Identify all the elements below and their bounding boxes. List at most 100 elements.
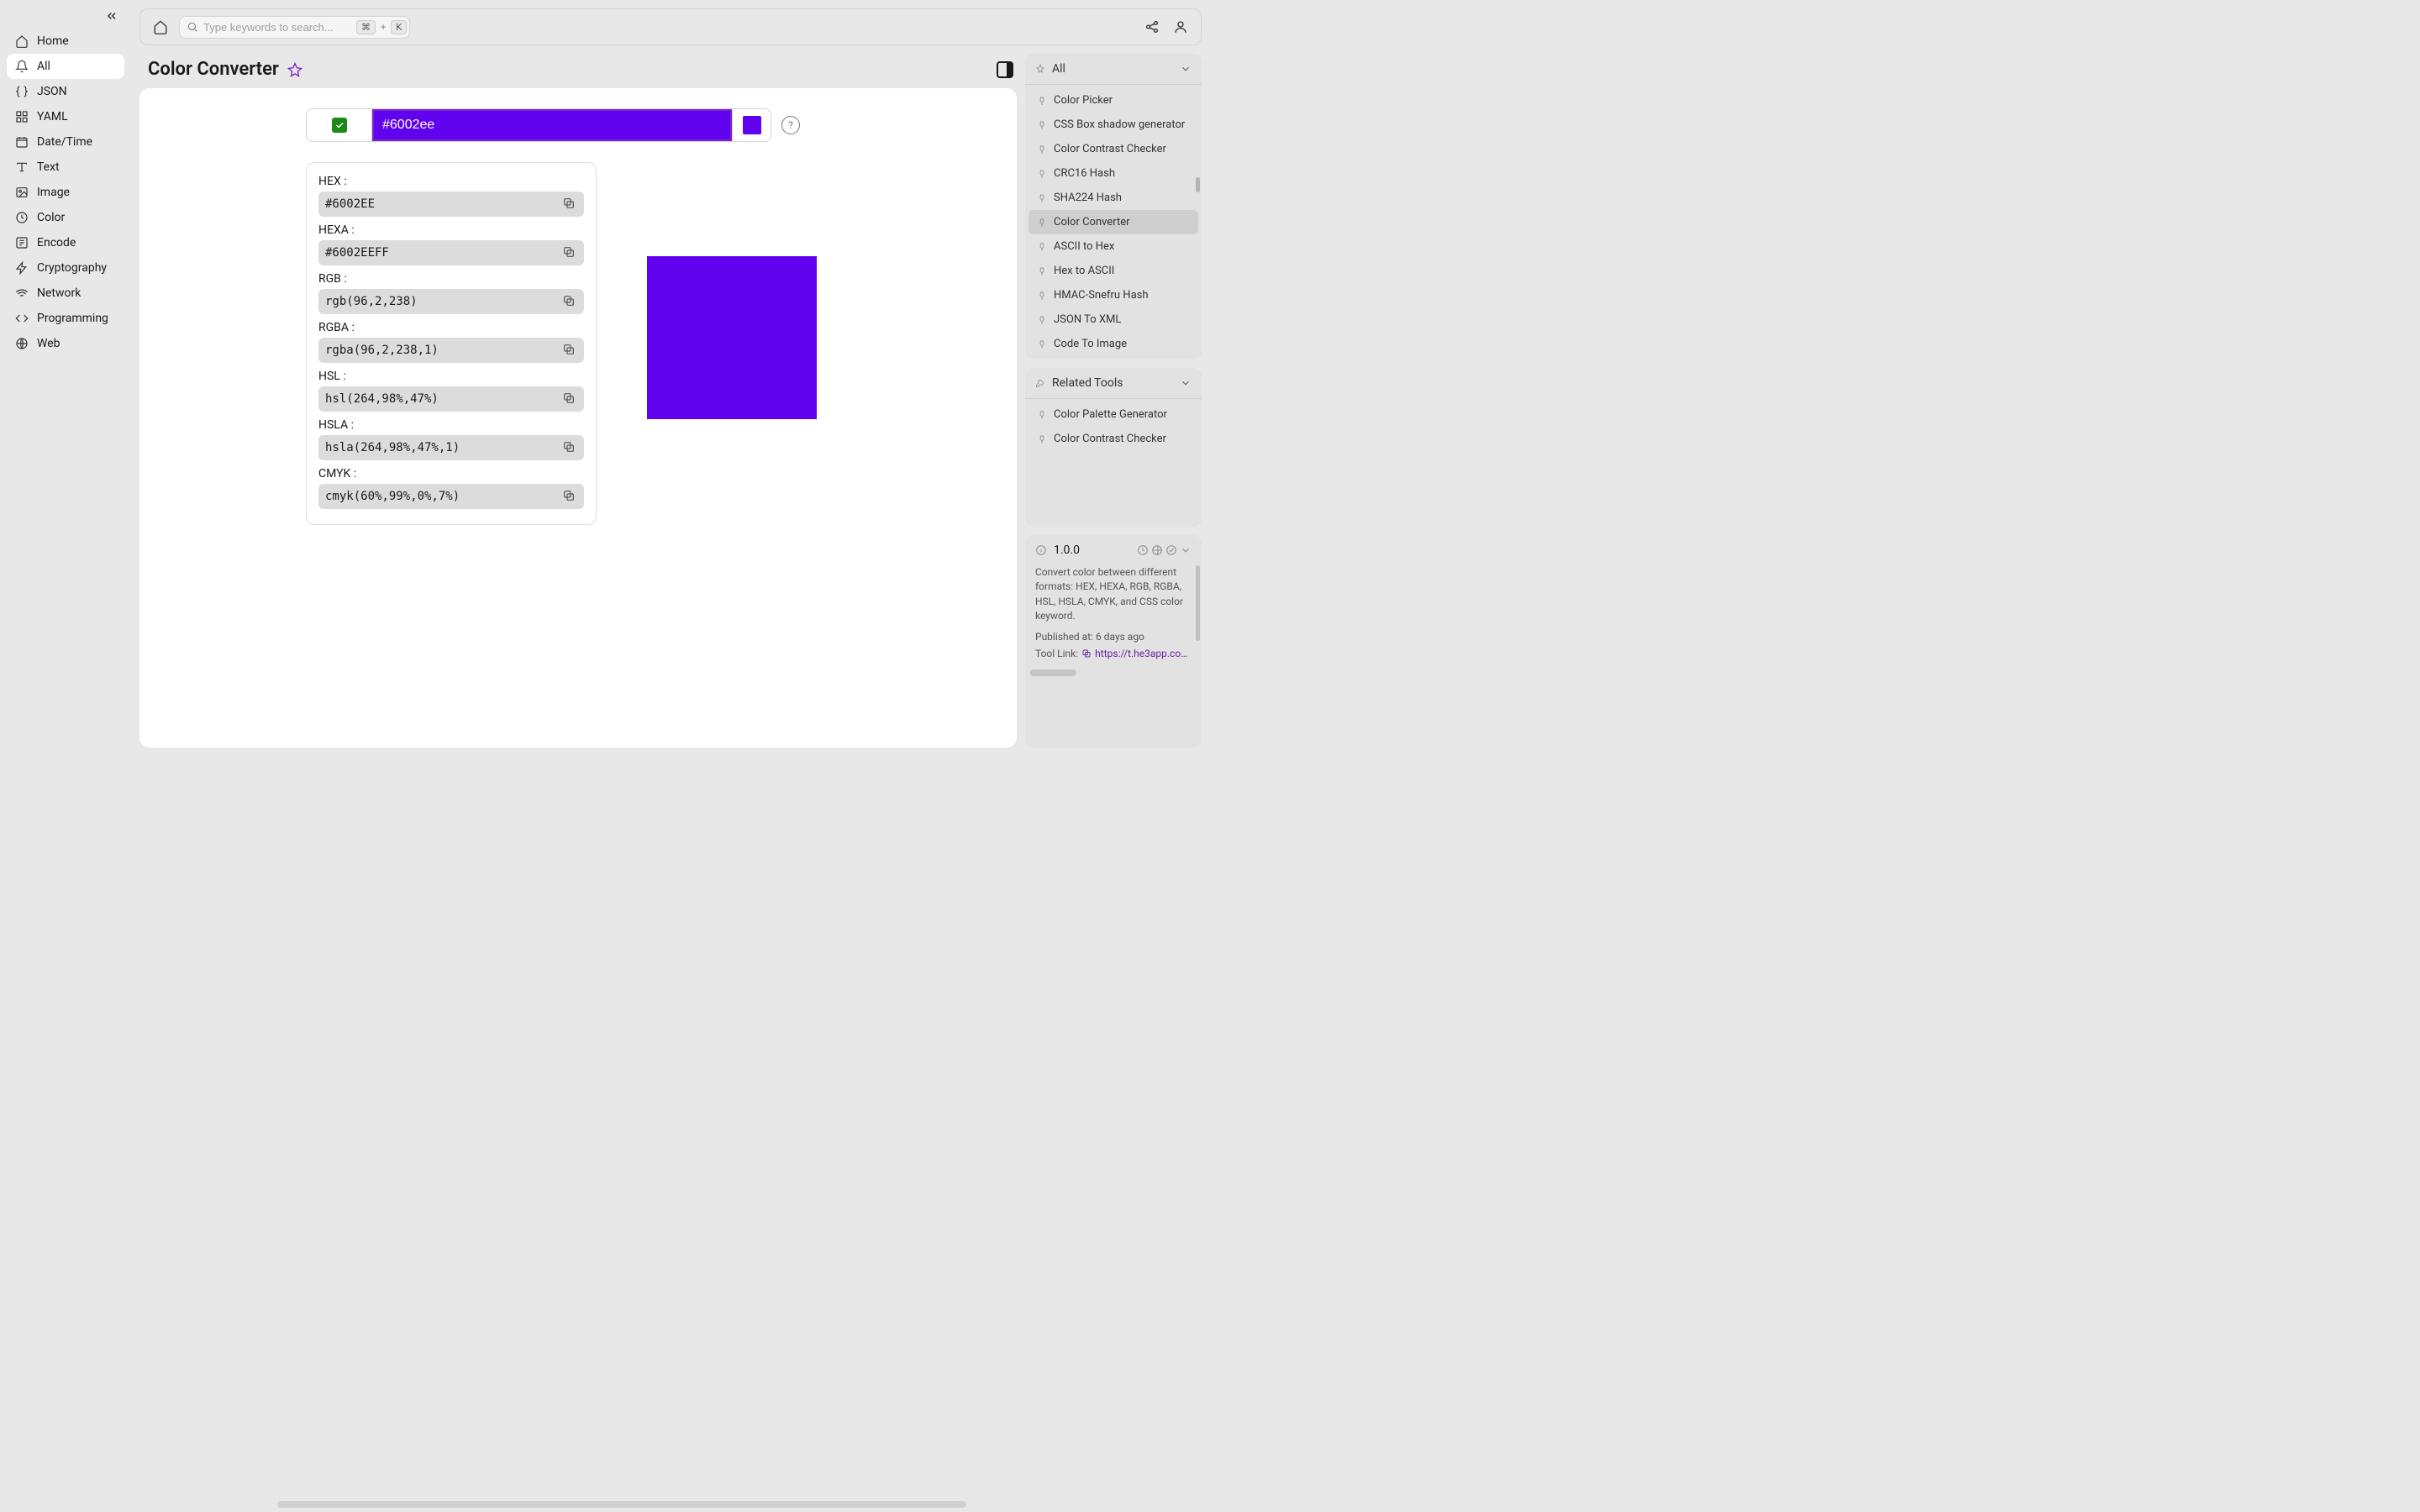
h-scrollbar-main[interactable] [277, 1501, 966, 1508]
all-tools-panel: All Color Picker CSS Box shadow generato… [1025, 54, 1202, 360]
image-icon [15, 186, 29, 199]
related-item-palette[interactable]: Color Palette Generator [1028, 402, 1198, 427]
kbd-mod: ⌘ [356, 20, 376, 34]
sidebar-label: All [37, 60, 50, 73]
color-input[interactable] [374, 111, 730, 139]
format-label-hex: HEX : [318, 175, 584, 188]
related-item-contrast[interactable]: Color Contrast Checker [1028, 427, 1198, 451]
text-icon [15, 160, 29, 174]
copy-link-icon[interactable] [1081, 648, 1092, 659]
validity-indicator [307, 109, 372, 141]
sidebar-label: Web [37, 337, 60, 350]
search-input[interactable] [203, 21, 351, 34]
sidebar-label: JSON [37, 85, 67, 98]
sidebar-item-datetime[interactable]: Date/Time [7, 129, 124, 155]
sidebar-item-encode[interactable]: Encode [7, 230, 124, 255]
sidebar-label: Text [37, 160, 60, 174]
history-icon[interactable] [1137, 544, 1149, 556]
format-label-hsla: HSLA : [318, 418, 584, 432]
format-label-cmyk: CMYK : [318, 467, 584, 480]
copy-button[interactable] [562, 391, 577, 407]
sidebar-item-yaml[interactable]: YAML [7, 104, 124, 129]
sidebar-label: YAML [37, 110, 68, 123]
sidebar-item-cryptography[interactable]: Cryptography [7, 255, 124, 281]
sidebar-item-web[interactable]: Web [7, 331, 124, 356]
all-tools-list: Color Picker CSS Box shadow generator Co… [1025, 85, 1202, 360]
version-text: 1.0.0 [1054, 543, 1080, 557]
tool-item-hex-to-ascii[interactable]: Hex to ASCII [1028, 259, 1198, 283]
format-value-hex: #6002EE [325, 197, 555, 211]
favorite-button[interactable] [287, 62, 302, 77]
info-published: Published at: 6 days ago [1035, 631, 1192, 643]
sidebar-item-color[interactable]: Color [7, 205, 124, 230]
sidebar-label: Home [37, 34, 69, 48]
wrench-icon [1035, 378, 1045, 388]
code-icon [15, 312, 29, 325]
topbar: ⌘ + K [139, 8, 1202, 45]
sidebar-collapse-button[interactable] [7, 7, 124, 29]
tool-item-color-converter[interactable]: Color Converter [1028, 210, 1198, 234]
color-picker-button[interactable] [732, 109, 771, 141]
user-button[interactable] [1171, 17, 1191, 37]
sidebar: Home All JSON YAML Date/Time Text Image … [0, 0, 131, 756]
copy-button[interactable] [562, 245, 577, 260]
sidebar-label: Network [37, 286, 81, 300]
braces-icon [15, 85, 29, 98]
h-scrollbar[interactable] [1030, 669, 1076, 676]
tool-item-color-contrast[interactable]: Color Contrast Checker [1028, 137, 1198, 161]
format-label-hexa: HEXA : [318, 223, 584, 237]
center-column: Color Converter [139, 54, 1017, 748]
chevron-down-icon [1180, 377, 1192, 389]
copy-button[interactable] [562, 489, 577, 504]
panel-toggle-button[interactable] [997, 61, 1013, 78]
related-panel-header[interactable]: Related Tools [1025, 368, 1202, 399]
tool-item-code-to-image[interactable]: Code To Image [1028, 332, 1198, 356]
sidebar-item-image[interactable]: Image [7, 180, 124, 205]
chevron-down-icon[interactable] [1180, 544, 1192, 556]
scrollbar[interactable] [1196, 565, 1200, 641]
sidebar-item-json[interactable]: JSON [7, 79, 124, 104]
chevron-down-icon [1180, 63, 1192, 75]
help-button[interactable]: ? [781, 116, 800, 134]
check-icon [332, 118, 347, 133]
copy-button[interactable] [562, 440, 577, 455]
sidebar-item-all[interactable]: All [7, 54, 124, 79]
search-box[interactable]: ⌘ + K [179, 16, 410, 39]
workspace: ? HEX : #6002EE HEXA : [139, 88, 1017, 748]
format-label-rgb: RGB : [318, 272, 584, 286]
tool-item-color-picker[interactable]: Color Picker [1028, 88, 1198, 113]
grid-icon [15, 110, 29, 123]
format-value-rgba: rgba(96,2,238,1) [325, 344, 555, 357]
results-card: HEX : #6002EE HEXA : #6002EEFF [306, 162, 597, 525]
globe-icon[interactable] [1151, 544, 1163, 556]
sidebar-item-programming[interactable]: Programming [7, 306, 124, 331]
color-preview [647, 256, 817, 419]
tool-item-json-to-xml[interactable]: JSON To XML [1028, 307, 1198, 332]
tool-item-hmac-snefru[interactable]: HMAC-Snefru Hash [1028, 283, 1198, 307]
scrollbar[interactable] [1196, 177, 1200, 192]
related-tools-panel: Related Tools Color Palette Generator Co… [1025, 368, 1202, 527]
sidebar-item-network[interactable]: Network [7, 281, 124, 306]
sidebar-item-home[interactable]: Home [7, 29, 124, 54]
tool-item-css-box-shadow[interactable]: CSS Box shadow generator [1028, 113, 1198, 137]
sidebar-label: Date/Time [37, 135, 92, 149]
share-button[interactable] [1142, 17, 1162, 37]
check-circle-icon[interactable] [1165, 544, 1177, 556]
sidebar-item-text[interactable]: Text [7, 155, 124, 180]
format-value-cmyk: cmyk(60%,99%,0%,7%) [325, 490, 555, 503]
all-panel-title: All [1052, 62, 1065, 76]
sidebar-label: Image [37, 186, 70, 199]
info-link-row: Tool Link: https://t.he3app.co… [1035, 648, 1192, 659]
sidebar-label: Color [37, 211, 65, 224]
tool-link[interactable]: https://t.he3app.co… [1095, 648, 1187, 659]
kbd-key: K [391, 20, 407, 34]
all-panel-header[interactable]: All [1025, 54, 1202, 85]
copy-button[interactable] [562, 294, 577, 309]
tool-item-ascii-to-hex[interactable]: ASCII to Hex [1028, 234, 1198, 259]
copy-button[interactable] [562, 343, 577, 358]
home-button[interactable] [150, 17, 171, 37]
tool-item-sha224[interactable]: SHA224 Hash [1028, 186, 1198, 210]
copy-button[interactable] [562, 197, 577, 212]
info-panel: 1.0.0 Convert color between different fo… [1025, 535, 1202, 748]
tool-item-crc16[interactable]: CRC16 Hash [1028, 161, 1198, 186]
